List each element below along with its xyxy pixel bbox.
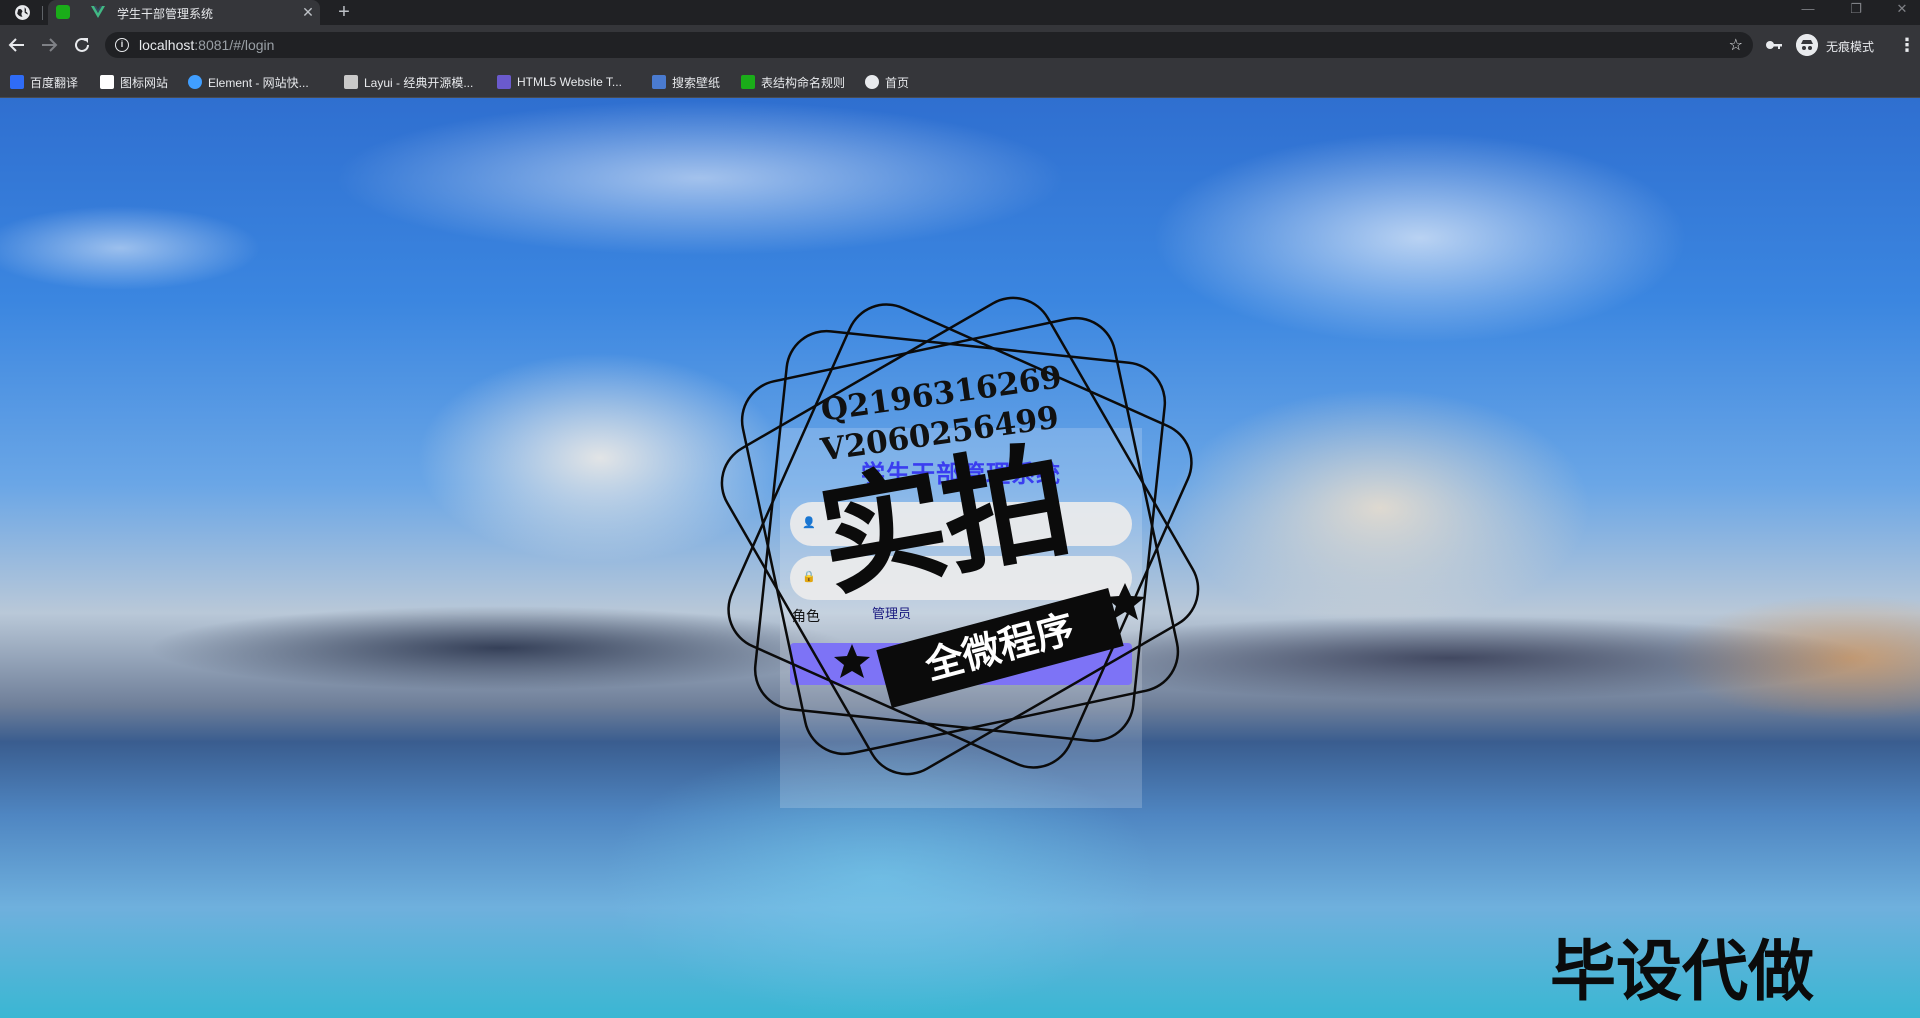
element-icon (188, 75, 202, 89)
bookmark-item[interactable]: 图标网站 (100, 73, 168, 91)
tab-separator (42, 6, 43, 20)
tab-active[interactable]: 学生干部管理系统 ✕ (48, 0, 320, 25)
doc-icon (741, 75, 755, 89)
bookmark-label: 图标网站 (120, 75, 169, 90)
browser-toolbar: i localhost:8081/#/login ☆ 无痕模式 ⋮ (0, 25, 1920, 65)
url-host: localhost (139, 37, 195, 53)
bookmark-label: 首页 (885, 75, 910, 90)
forward-arrow-icon[interactable] (38, 34, 60, 56)
bookmark-item[interactable]: Layui - 经典开源模... (344, 73, 473, 91)
new-tab-button[interactable]: + (333, 2, 355, 24)
bookmark-label: Layui - 经典开源模... (364, 75, 474, 90)
bookmark-item[interactable]: Element - 网站快... (188, 73, 309, 91)
minimize-button[interactable]: — (1788, 0, 1828, 20)
site-info-icon[interactable]: i (115, 38, 129, 52)
baidu-translate-icon (10, 75, 24, 89)
bookmark-item[interactable]: 表结构命名规则 (741, 73, 845, 91)
bookmark-label: Element - 网站快... (208, 75, 309, 90)
bookmark-label: 百度翻译 (30, 75, 79, 90)
reload-icon[interactable] (71, 34, 93, 56)
incognito-icon (1796, 34, 1818, 56)
key-icon[interactable] (1765, 36, 1783, 54)
tab-strip: 学生干部管理系统 ✕ + — ❐ ✕ (0, 0, 1920, 25)
bookmark-item[interactable]: 百度翻译 (10, 73, 78, 91)
address-bar[interactable]: i localhost:8081/#/login ☆ (105, 32, 1753, 58)
bookmark-item[interactable]: HTML5 Website T... (497, 73, 622, 91)
bookmark-star-icon[interactable]: ☆ (1729, 35, 1743, 55)
vue-favicon-icon (91, 6, 105, 18)
maximize-button[interactable]: ❐ (1836, 0, 1876, 20)
flag-icon (100, 75, 114, 89)
browser-menu-icon[interactable]: ⋮ (1898, 34, 1916, 56)
html5-template-icon (497, 75, 511, 89)
layui-icon (344, 75, 358, 89)
bookmark-label: 搜索壁纸 (672, 75, 721, 90)
bookmark-item[interactable]: 搜索壁纸 (652, 73, 720, 91)
back-arrow-icon[interactable] (6, 34, 28, 56)
bookmark-label: 表结构命名规则 (761, 75, 846, 90)
incognito-label: 无痕模式 (1826, 40, 1875, 54)
corner-watermark: 毕设代做 (1550, 934, 1814, 1008)
url-text[interactable]: localhost:8081/#/login (139, 37, 274, 53)
close-tab-icon[interactable]: ✕ (300, 4, 316, 20)
url-path: :8081/#/login (194, 37, 275, 53)
bookmarks-bar: 百度翻译 图标网站 Element - 网站快... Layui - 经典开源模… (0, 65, 1920, 98)
tab-title: 学生干部管理系统 (117, 7, 214, 21)
globe-icon (865, 75, 879, 89)
wechat-favicon-icon (56, 5, 70, 19)
close-window-button[interactable]: ✕ (1882, 0, 1920, 20)
globe-icon[interactable] (14, 4, 31, 21)
bookmark-label: HTML5 Website T... (517, 75, 622, 89)
wallpaper-icon (652, 75, 666, 89)
bookmark-item[interactable]: 首页 (865, 73, 909, 91)
login-page-background: 学生干部管理系统 👤 🔒 角色 管理员 login Q2196316269 V2… (0, 98, 1920, 1018)
